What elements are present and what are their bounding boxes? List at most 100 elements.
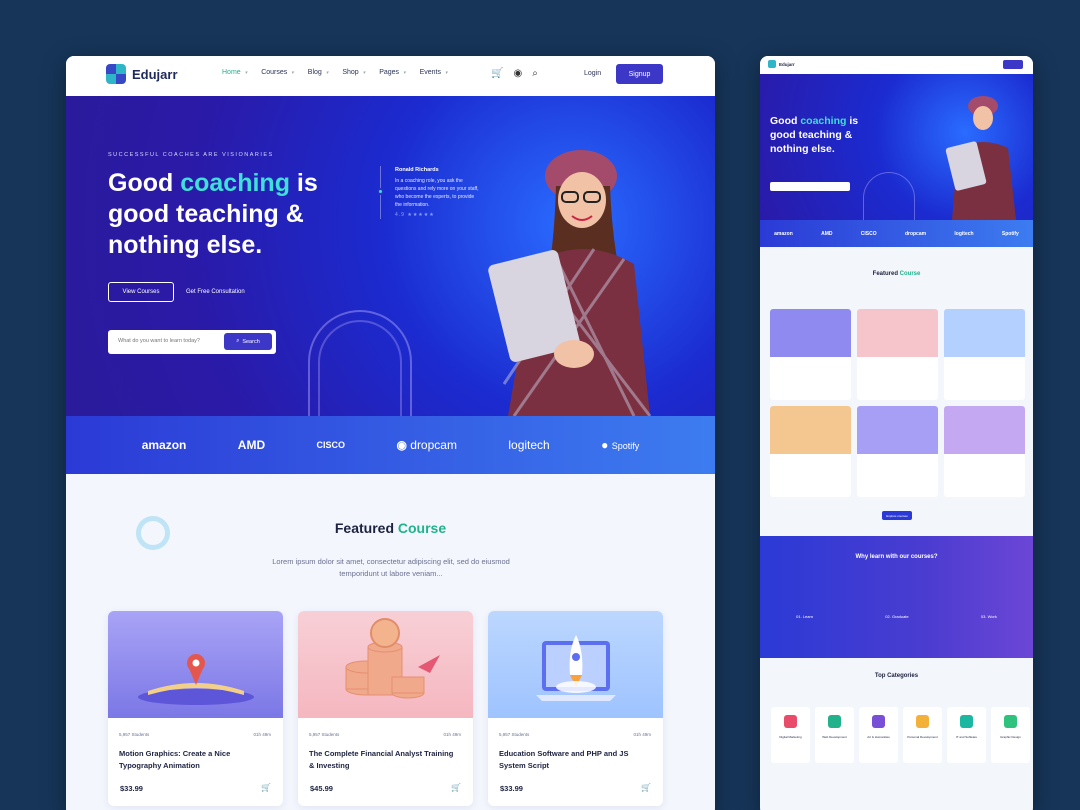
full-page-preview: Edujarr Good coaching is good teaching &… <box>760 56 1033 810</box>
category-grid: Digital Marketing Web Development Art & … <box>771 707 1030 763</box>
view-courses-button[interactable]: View Courses <box>108 282 174 302</box>
student-photo <box>488 150 652 416</box>
hero-section: SUCCESSFUL COACHES ARE VISIONARIES Good … <box>66 96 715 430</box>
arch-decoration <box>863 172 915 220</box>
dropcam-icon: ◉ <box>396 438 411 452</box>
preview-hero: Good coaching is good teaching & nothing… <box>760 74 1033 220</box>
menu-events[interactable]: Events ▾ <box>420 69 448 76</box>
preview-course-card[interactable] <box>857 309 938 400</box>
spotify-icon: ● <box>601 438 612 452</box>
categories-title: Top Categories <box>874 673 919 679</box>
testimonial: Ronald Richards In a coaching role, you … <box>377 166 480 219</box>
course-image <box>108 611 283 718</box>
course-meta: 5,957 Students 01h 49m <box>119 732 271 737</box>
brand-logitech: logitech <box>508 438 550 452</box>
category-card[interactable]: Art & Humanities <box>859 707 898 763</box>
search-button[interactable]: ⌕ Search <box>224 333 272 350</box>
chevron-down-icon: ▾ <box>325 69 329 76</box>
course-card[interactable]: 5,957 Students 01h 49m The Complete Finan… <box>298 611 473 806</box>
course-price: $45.99 <box>310 784 333 793</box>
hero-search: ⌕Search <box>108 330 276 354</box>
student-photo <box>945 96 1016 220</box>
search-icon[interactable]: ⌕ <box>532 68 538 79</box>
category-card[interactable]: IT and Software <box>947 707 986 763</box>
course-title[interactable]: The Complete Financial Analyst Training … <box>309 748 459 772</box>
course-card[interactable]: 5,957 Students 01h 49m Education Software… <box>488 611 663 806</box>
testimonial-name: Ronald Richards <box>395 167 439 173</box>
brand-amazon: amazon <box>141 438 187 452</box>
category-card[interactable]: Digital Marketing <box>771 707 810 763</box>
course-title[interactable]: Motion Graphics: Create a Nice Typograph… <box>119 748 269 772</box>
menu-shop[interactable]: Shop ▾ <box>342 69 365 76</box>
top-nav: Edujarr Home ▾ Courses ▾ Blog ▾ Shop ▾ Pages… <box>66 56 715 96</box>
course-card[interactable]: 5,957 Students 01h 49m Motion Graphics: C… <box>108 611 283 806</box>
logo-icon <box>106 64 126 84</box>
featured-subtitle: Lorem ipsum dolor sit amet, consectetur … <box>272 557 510 578</box>
chevron-down-icon: ▾ <box>362 69 366 76</box>
category-card[interactable]: Graphic Design <box>991 707 1030 763</box>
preview-signup-button[interactable] <box>1003 60 1023 69</box>
brand-dropcam: ◉ dropcam <box>396 438 457 452</box>
featured-section: Featured Course Lorem ipsum dolor sit am… <box>66 474 715 810</box>
explore-courses-button[interactable]: Explore courses <box>882 511 912 520</box>
hero-eyebrow: SUCCESSFUL COACHES ARE VISIONARIES <box>108 152 274 158</box>
preview-course-grid <box>770 309 1025 497</box>
hero-title: Good coaching is good teaching & nothing… <box>108 169 318 259</box>
brand-amd: AMD <box>237 438 266 452</box>
main-menu: Home ▾ Courses ▾ Blog ▾ Shop ▾ Pages ▾ Events… <box>222 69 448 76</box>
chevron-down-icon: ▾ <box>444 69 448 76</box>
testimonial-dot <box>377 188 384 195</box>
course-cards: 5,957 Students 01h 49m Motion Graphics: C… <box>108 611 663 806</box>
search-icon: ⌕ <box>236 338 240 344</box>
course-price: $33.99 <box>120 784 143 793</box>
course-image <box>488 611 663 718</box>
category-card[interactable]: Personal Development <box>903 707 942 763</box>
preview-course-card[interactable] <box>944 406 1025 497</box>
consultation-link[interactable]: Get Free Consultation <box>186 289 245 295</box>
menu-blog[interactable]: Blog ▾ <box>308 69 329 76</box>
logo-text: Edujarr <box>132 66 178 82</box>
category-card[interactable]: Web Development <box>815 707 854 763</box>
hero-title-accent: coaching <box>180 169 290 197</box>
course-meta: 5,957 Students 01h 49m <box>309 732 461 737</box>
login-link[interactable]: Login <box>584 70 601 77</box>
rating-stars: 4.9 ★★★★★ <box>395 212 435 218</box>
preview-logo: Edujarr <box>779 62 795 67</box>
cart-icon[interactable]: 🛒 <box>491 68 503 79</box>
brand-spotify: ● Spotify <box>601 438 640 452</box>
testimonial-text: In a coaching role, you ask the question… <box>395 178 479 208</box>
cart-icon[interactable]: 🛒 <box>641 783 651 792</box>
menu-pages[interactable]: Pages ▾ <box>379 69 405 76</box>
course-title[interactable]: Education Software and PHP and JS System… <box>499 748 649 772</box>
preview-course-card[interactable] <box>944 309 1025 400</box>
preview-course-card[interactable] <box>857 406 938 497</box>
logo[interactable]: Edujarr <box>106 64 178 84</box>
course-meta: 5,957 Students 01h 49m <box>499 732 651 737</box>
featured-title: Featured Course <box>334 520 447 536</box>
why-steps: 01. Learn 02. Graduate 03. Work <box>796 614 997 619</box>
logo-icon <box>768 60 776 68</box>
preview-course-card[interactable] <box>770 309 851 400</box>
chevron-down-icon: ▾ <box>291 69 294 76</box>
course-image <box>298 611 473 718</box>
cart-icon[interactable]: 🛒 <box>261 783 271 792</box>
signup-button[interactable]: Signup <box>616 64 663 84</box>
preview-brand-strip: amazon AMD CISCO dropcam logitech Spotify <box>760 220 1033 247</box>
chevron-down-icon: ▾ <box>244 69 248 76</box>
search-input[interactable] <box>118 338 218 344</box>
preview-course-card[interactable] <box>770 406 851 497</box>
nav-icons: 🛒 ◉ ⌕ <box>491 68 538 79</box>
why-title: Why learn with our courses? <box>855 554 938 560</box>
desktop-mockup: Edujarr Home ▾ Courses ▾ Blog ▾ Shop ▾ Pages… <box>66 56 715 810</box>
why-section: Why learn with our courses? 01. Learn 02.… <box>760 536 1033 658</box>
menu-courses[interactable]: Courses ▾ <box>261 69 294 76</box>
menu-home[interactable]: Home ▾ <box>222 69 247 76</box>
preview-featured-title: Featured Course <box>872 271 921 277</box>
cart-icon[interactable]: 🛒 <box>451 783 461 792</box>
brand-strip: amazon AMD CISCO ◉ dropcam logitech ● Sp… <box>66 416 715 474</box>
preview-nav: Edujarr <box>760 56 1033 74</box>
preview-search[interactable] <box>770 182 850 191</box>
user-icon[interactable]: ◉ <box>513 68 522 79</box>
brand-cisco: CISCO <box>316 440 346 450</box>
preview-hero-title: Good coaching is good teaching & nothing… <box>770 115 859 155</box>
